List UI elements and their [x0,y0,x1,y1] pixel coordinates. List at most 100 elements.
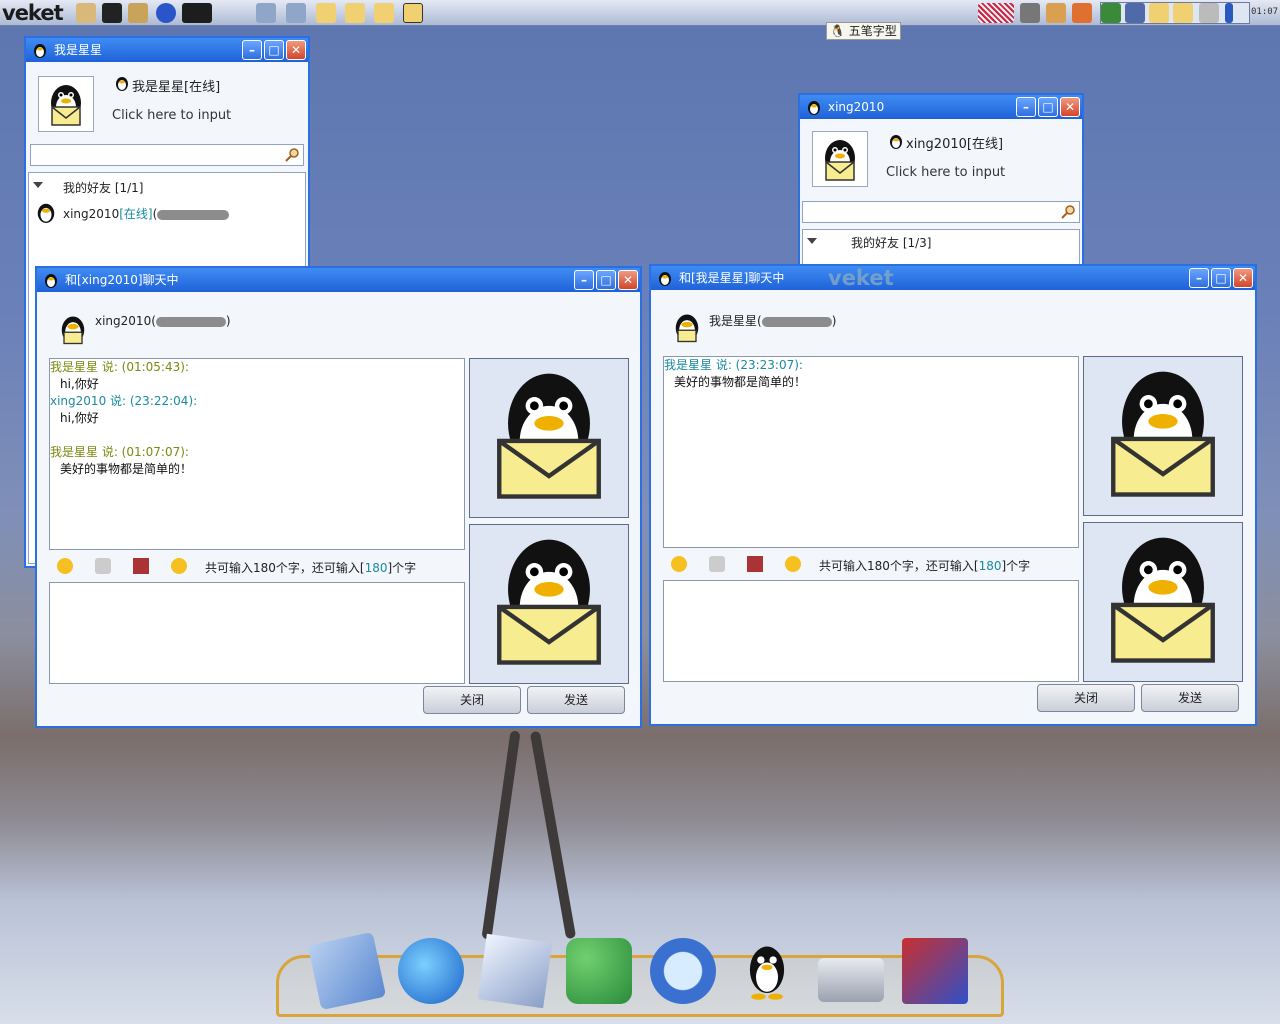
avatar[interactable] [812,131,868,187]
message-text: 美好的事物都是简单的！ [674,375,807,389]
message-header: 我是星星 说: (23:23:07): [664,358,803,372]
message-header: 我是星星 说: (01:05:43): [50,360,189,374]
vibrate-icon[interactable] [709,556,725,572]
expand-triangle-icon[interactable] [33,182,43,188]
system-tray [1100,2,1250,24]
chat-message: 我是星星 说: (23:23:07): 美好的事物都是简单的！ [664,357,1078,391]
message-input[interactable] [663,580,1079,682]
qq-tray-icon-2[interactable] [1173,3,1193,23]
chat-toolbar: 共可输入180个字，还可输入[180]个字 [49,556,465,578]
peer-name: xing2010 [95,314,152,328]
friend-group-label[interactable]: 我的好友 [1/3] [851,234,932,251]
send-button[interactable]: 发送 [527,686,625,714]
close-chat-button[interactable]: 关闭 [1037,684,1135,712]
task-qq-icon-3[interactable] [374,3,394,23]
search-icon[interactable] [284,147,300,163]
save-icon[interactable] [133,558,149,574]
music-icon[interactable] [307,931,387,1011]
ime-indicator[interactable]: 🐧 五笔字型 [826,22,901,40]
signature-input[interactable]: Click here to input [886,165,1005,180]
peer-close-paren: ) [831,314,837,328]
search-input[interactable] [30,144,304,166]
home-icon[interactable] [76,3,96,23]
close-button[interactable]: ✕ [1060,97,1080,117]
camera-icon[interactable] [902,938,968,1004]
terminal-icon[interactable] [102,3,122,23]
close-button[interactable]: ✕ [1233,268,1253,288]
penguin-avatar-icon [825,140,855,181]
flag-icon[interactable] [1072,3,1092,23]
chat-window-left: 和[xing2010]聊天中 – □ ✕ xing2010() 我是星星 说: … [35,266,642,728]
minimize-button[interactable]: – [574,270,594,290]
qq-tray-icon-1[interactable] [1149,3,1169,23]
avatar[interactable] [38,76,94,132]
veket-logo[interactable]: veket [2,1,64,25]
redacted-number [761,316,832,327]
screenshot-icon[interactable] [1020,3,1040,23]
clear-icon[interactable] [171,558,187,574]
search-icon[interactable] [1060,204,1076,220]
maximize-button[interactable]: □ [1038,97,1058,117]
users-network-icon[interactable] [566,938,632,1004]
close-button[interactable]: ✕ [618,270,638,290]
signature-input[interactable]: Click here to input [112,108,231,123]
task-app-icon-1[interactable] [256,3,276,23]
char-counter: 共可输入180个字，还可输入[180]个字 [205,561,417,575]
network-drive-icon[interactable] [818,958,884,1002]
task-qq-icon-4[interactable] [403,3,423,23]
minimize-button[interactable]: – [1189,268,1209,288]
volume-icon[interactable] [1199,3,1219,23]
expand-triangle-icon[interactable] [807,238,817,244]
close-chat-button[interactable]: 关闭 [423,686,521,714]
task-qq-icon-2[interactable] [345,3,365,23]
send-button[interactable]: 发送 [1141,684,1239,712]
chat-history[interactable]: 我是星星 说: (01:05:43): hi,你好 xing2010 说: (23… [49,358,465,550]
maximize-button[interactable]: □ [596,270,616,290]
browser-icon[interactable] [398,938,464,1004]
search-input[interactable] [802,201,1080,223]
pager-icon[interactable] [978,3,1014,23]
pen-icon[interactable] [1101,3,1121,23]
titlebar[interactable]: 我是星星 – □ ✕ [26,38,308,62]
titlebar[interactable]: 和[xing2010]聊天中 – □ ✕ [37,268,640,292]
penguin-letter-icon [497,539,601,665]
desktop-switch-icon[interactable] [182,3,212,23]
maximize-button[interactable]: □ [1211,268,1231,288]
edit-icon[interactable] [1046,3,1066,23]
minimize-button[interactable]: – [1016,97,1036,117]
titlebar[interactable]: 和[我是星星]聊天中 – □ ✕ [651,266,1255,290]
search-icon[interactable] [650,938,716,1004]
chat-history[interactable]: 我是星星 说: (23:23:07): 美好的事物都是简单的！ [663,356,1079,548]
save-icon[interactable] [747,556,763,572]
close-button[interactable]: ✕ [286,40,306,60]
task-app-icon-2[interactable] [286,3,306,23]
titlebar[interactable]: xing2010 – □ ✕ [800,95,1082,119]
message-input[interactable] [49,582,465,684]
peer-large-avatar [469,358,629,518]
minimize-button[interactable]: – [242,40,262,60]
vibrate-icon[interactable] [95,558,111,574]
friend-item[interactable]: xing2010[在线]( [63,205,230,222]
message-text: 美好的事物都是简单的！ [60,462,193,476]
emoji-icon[interactable] [671,556,687,572]
firefox-icon[interactable] [156,3,176,23]
qq-penguin-icon[interactable] [734,938,800,1004]
task-qq-icon-1[interactable] [316,3,336,23]
text-editor-icon[interactable] [477,933,553,1009]
friend-group-label[interactable]: 我的好友 [1/1] [63,179,144,196]
clear-icon[interactable] [785,556,801,572]
status-penguin-icon [116,77,128,91]
bird-leg-left [481,730,521,940]
emoji-icon[interactable] [57,558,73,574]
chat-message: 我是星星 说: (01:07:07): 美好的事物都是简单的！ [50,444,464,478]
bird-leg-right [529,730,577,940]
clock: 01:07 [1251,7,1279,17]
char-counter: 共可输入180个字，还可输入[180]个字 [819,559,1031,573]
pet-icon[interactable] [128,3,148,23]
window-title: 我是星星 [54,43,103,57]
chat-window-right: 和[我是星星]聊天中 – □ ✕ 我是星星() 我是星星 说: (23:23:0… [649,264,1257,726]
network-icon[interactable] [1125,3,1145,23]
penguin-letter-icon [1111,537,1215,663]
friend-list: 我的好友 [1/3] [802,229,1080,269]
maximize-button[interactable]: □ [264,40,284,60]
